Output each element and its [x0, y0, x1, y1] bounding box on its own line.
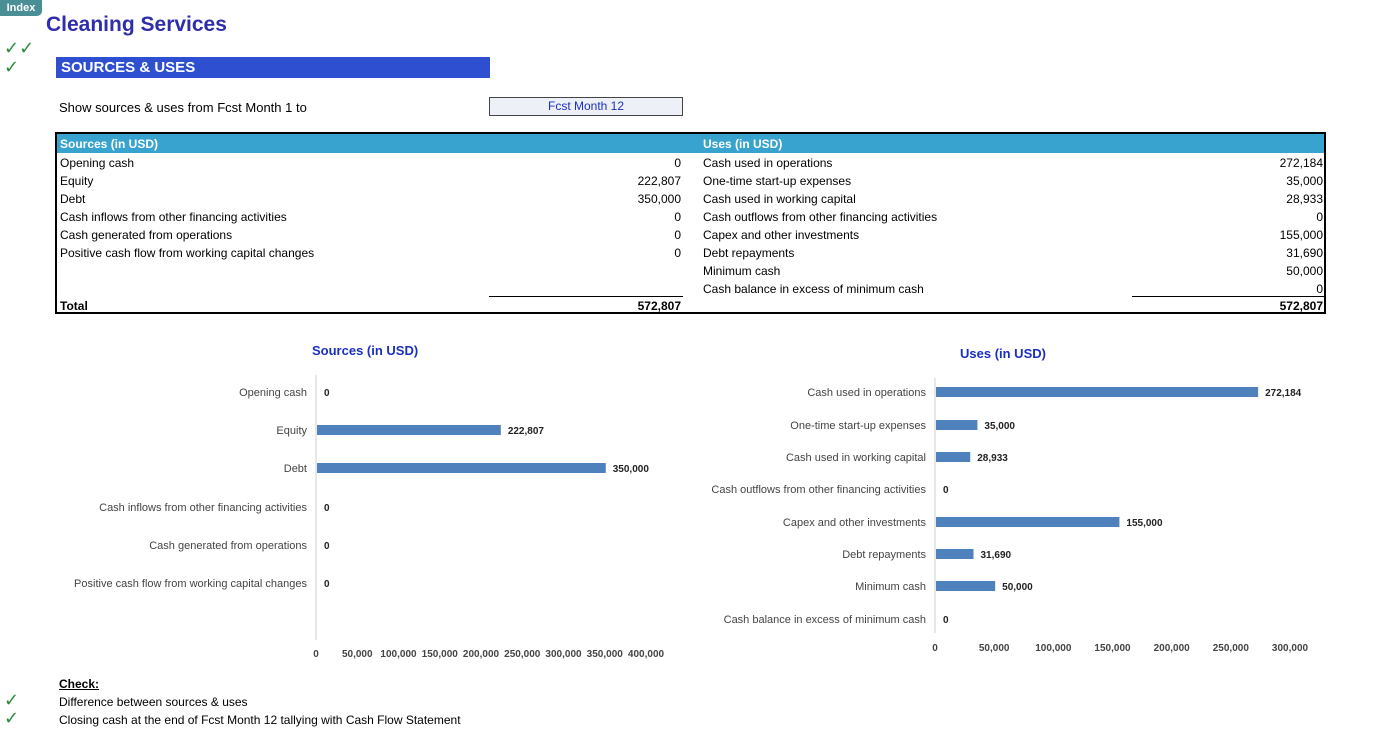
uses-chart: Cash used in operations 272,184 One-time s… [711, 378, 1309, 654]
data-label: 50,000 [1002, 582, 1033, 593]
bar [936, 517, 1120, 527]
check-mark-icon: ✓ [4, 708, 20, 729]
check-heading: Check: [59, 677, 100, 691]
category-label: Capex and other investments [783, 517, 927, 529]
category-label: Cash used in working capital [786, 452, 926, 464]
tick-label: 300,000 [1272, 643, 1309, 654]
data-label: 0 [943, 615, 949, 626]
check-item-difference: Difference between sources & uses [59, 695, 248, 709]
data-label: 35,000 [984, 421, 1015, 432]
category-label: Cash balance in excess of minimum cash [724, 614, 926, 626]
tick-label: 150,000 [1094, 643, 1131, 654]
tick-label: 250,000 [1213, 643, 1250, 654]
category-label: Cash outflows from other financing activ… [711, 484, 926, 496]
tick-label: 100,000 [1035, 643, 1072, 654]
category-label: Debt repayments [842, 549, 926, 561]
bar [936, 452, 971, 462]
data-label: 0 [943, 485, 949, 496]
category-label: Minimum cash [855, 581, 926, 593]
bar [936, 581, 996, 591]
category-label: One-time start-up expenses [790, 420, 926, 432]
check-item-closing-cash: Closing cash at the end of Fcst Month 12… [59, 713, 461, 727]
data-label: 31,690 [980, 550, 1011, 561]
data-label: 28,933 [977, 453, 1008, 464]
tick-label: 200,000 [1154, 643, 1191, 654]
tick-label: 50,000 [979, 643, 1010, 654]
bar [936, 549, 974, 559]
tick-label: 0 [932, 643, 938, 654]
data-label: 272,184 [1265, 388, 1302, 399]
category-label: Cash used in operations [807, 387, 926, 399]
bar [936, 387, 1259, 397]
bar [936, 420, 978, 430]
data-label: 155,000 [1126, 518, 1163, 529]
